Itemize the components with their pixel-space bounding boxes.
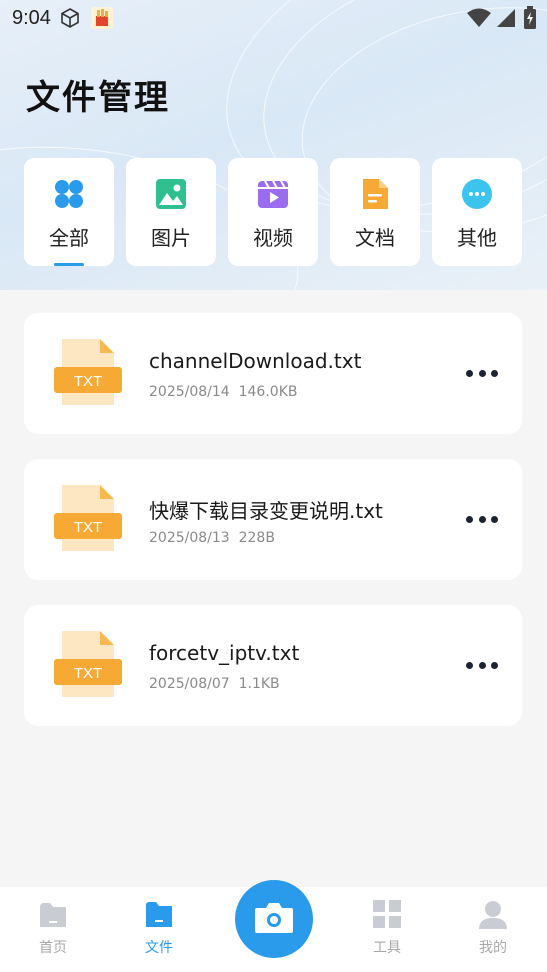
file-date: 2025/08/07 — [149, 676, 230, 692]
category-label: 全部 — [49, 226, 89, 250]
status-bar: 9:04 — [0, 0, 547, 36]
tab-tools[interactable]: 工具 — [352, 899, 422, 957]
folder-icon — [144, 899, 174, 929]
active-tab-indicator — [54, 263, 84, 266]
tab-home[interactable]: 首页 — [18, 899, 88, 957]
file-name: forcetv_iptv.txt — [149, 641, 300, 665]
file-meta: 2025/08/07 1.1KB — [149, 676, 280, 692]
status-time: 9:04 — [12, 6, 51, 29]
camera-button[interactable] — [235, 880, 313, 958]
status-indicators — [467, 6, 537, 35]
file-date: 2025/08/14 — [149, 384, 230, 400]
category-all[interactable]: 全部 — [24, 158, 114, 266]
tab-label: 工具 — [373, 940, 401, 956]
category-documents[interactable]: 文档 — [330, 158, 420, 266]
file-item[interactable]: TXT channelDownload.txt 2025/08/14 146.0… — [24, 313, 522, 434]
file-type-label: TXT — [74, 519, 102, 536]
txt-file-icon: TXT — [54, 485, 122, 555]
tab-mine[interactable]: 我的 — [458, 899, 528, 957]
file-type-label: TXT — [74, 665, 102, 682]
category-label: 图片 — [151, 226, 191, 250]
file-meta: 2025/08/14 146.0KB — [149, 384, 297, 400]
document-icon — [359, 178, 391, 210]
tab-label: 我的 — [479, 940, 507, 956]
file-name: channelDownload.txt — [149, 349, 362, 373]
file-date: 2025/08/13 — [149, 530, 230, 546]
file-name: 快爆下载目录变更说明.txt — [149, 499, 383, 523]
image-icon — [155, 178, 187, 210]
home-icon — [38, 899, 68, 929]
more-options-button[interactable] — [466, 511, 498, 527]
category-images[interactable]: 图片 — [126, 158, 216, 266]
more-options-button[interactable] — [466, 365, 498, 381]
tab-label: 首页 — [39, 940, 67, 956]
cube-icon — [59, 7, 81, 29]
signal-icon — [497, 7, 517, 34]
more-dots-icon — [461, 178, 493, 210]
file-size: 1.1KB — [238, 676, 280, 692]
category-other[interactable]: 其他 — [432, 158, 522, 266]
tools-grid-icon — [372, 899, 402, 929]
wifi-icon — [467, 7, 491, 34]
camera-icon — [254, 900, 294, 938]
category-videos[interactable]: 视频 — [228, 158, 318, 266]
video-icon — [257, 178, 289, 210]
battery-icon — [523, 6, 537, 35]
app-notification-icon — [90, 7, 113, 29]
file-type-label: TXT — [74, 373, 102, 390]
file-item[interactable]: TXT 快爆下载目录变更说明.txt 2025/08/13 228B — [24, 459, 522, 580]
file-meta: 2025/08/13 228B — [149, 530, 275, 546]
txt-file-icon: TXT — [54, 339, 122, 409]
category-label: 视频 — [253, 226, 293, 250]
grid-all-icon — [53, 178, 85, 210]
file-size: 228B — [238, 530, 275, 546]
category-label: 文档 — [355, 226, 395, 250]
category-label: 其他 — [457, 226, 497, 250]
txt-file-icon: TXT — [54, 631, 122, 701]
tab-label: 文件 — [145, 940, 173, 956]
category-tabs: 全部 图片 视频 文档 其他 — [24, 158, 522, 266]
more-options-button[interactable] — [466, 657, 498, 673]
user-icon — [478, 899, 508, 929]
page-title: 文件管理 — [26, 78, 170, 118]
file-size: 146.0KB — [238, 384, 298, 400]
tab-files[interactable]: 文件 — [124, 899, 194, 957]
file-item[interactable]: TXT forcetv_iptv.txt 2025/08/07 1.1KB — [24, 605, 522, 726]
